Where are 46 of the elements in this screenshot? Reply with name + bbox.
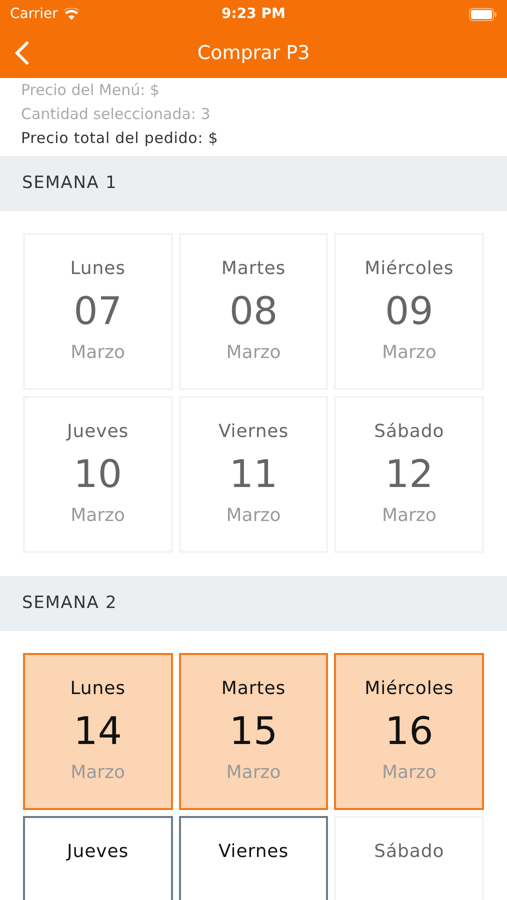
week-header: SEMANA 1 <box>0 156 507 211</box>
day-number: 10 <box>74 451 122 498</box>
week-header: SEMANA 2 <box>0 576 507 631</box>
weekday-label: Martes <box>221 257 286 281</box>
clock-time: 9:23 PM <box>222 4 286 24</box>
day-number: 09 <box>384 288 434 335</box>
weekday-label: Jueves <box>67 840 129 864</box>
weekday-label: Sábado <box>374 840 444 864</box>
day-number: 14 <box>74 708 122 755</box>
weekday-label: Lunes <box>70 257 126 281</box>
summary-text: Precio total del pedido: $ <box>21 128 220 149</box>
weekday-label: Miércoles <box>364 257 454 281</box>
day-card[interactable]: Lunes 14 Marzo <box>23 653 173 810</box>
weekday-label: Viernes <box>218 840 289 864</box>
day-number: 11 <box>229 451 278 498</box>
month-label: Marzo <box>226 504 281 528</box>
day-number: 12 <box>384 451 434 498</box>
day-card[interactable]: Viernes <box>178 816 328 900</box>
weekday-label: Martes <box>221 677 286 701</box>
month-label: Marzo <box>70 341 126 365</box>
summary-text: Cantidad seleccionada: 3 <box>21 104 212 125</box>
month-label: Marzo <box>226 341 281 365</box>
weekday-label: Jueves <box>67 420 129 444</box>
day-card[interactable]: Martes 15 Marzo <box>178 653 328 810</box>
summary-text: Precio del Menú: $ <box>21 80 160 101</box>
day-card[interactable]: Miércoles 16 Marzo <box>334 653 484 810</box>
day-number: 16 <box>384 708 434 755</box>
day-number: 07 <box>74 288 122 335</box>
day-number: 08 <box>229 288 278 335</box>
carrier-label: Carrier <box>10 4 58 24</box>
battery-icon <box>468 8 497 20</box>
month-label: Marzo <box>382 504 436 528</box>
month-label: Marzo <box>226 761 281 785</box>
weekday-label: Sábado <box>374 420 444 444</box>
weekday-label: Viernes <box>218 420 289 444</box>
weekday-label: Lunes <box>70 677 126 701</box>
day-number: 15 <box>229 708 278 755</box>
day-card[interactable]: Jueves <box>23 816 173 900</box>
back-chevron-icon <box>15 41 29 65</box>
month-label: Marzo <box>70 504 126 528</box>
month-label: Marzo <box>70 761 126 785</box>
month-label: Marzo <box>382 341 436 365</box>
month-label: Marzo <box>382 761 436 785</box>
page-title: Comprar P3 <box>197 40 310 66</box>
weekday-label: Miércoles <box>364 677 454 701</box>
wifi-icon <box>62 8 80 20</box>
